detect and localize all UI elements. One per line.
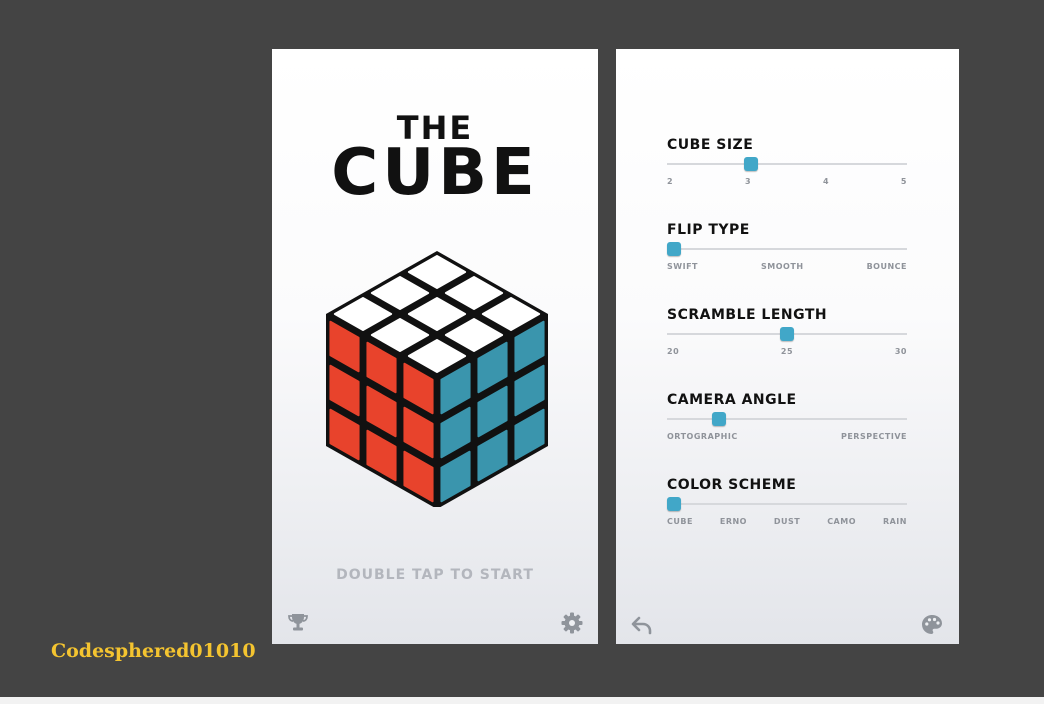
rubiks-cube-illustration[interactable] bbox=[322, 245, 552, 507]
slider-handle[interactable] bbox=[743, 157, 758, 171]
start-screen-panel[interactable]: THE CUBE DOUBLE TAP TO START bbox=[272, 49, 598, 644]
option-label: 30 bbox=[894, 347, 907, 356]
bottom-strip bbox=[0, 697, 1044, 704]
option-label: 3 bbox=[744, 177, 752, 186]
slider-track[interactable] bbox=[667, 503, 907, 505]
start-hint: DOUBLE TAP TO START bbox=[336, 567, 534, 583]
option-label: ORTOGRAPHIC bbox=[667, 432, 738, 441]
slider-handle[interactable] bbox=[667, 242, 681, 256]
option-label: BOUNCE bbox=[866, 262, 907, 271]
setting-label: FLIP TYPE bbox=[667, 222, 750, 238]
option-label: 4 bbox=[822, 177, 830, 186]
slider-track[interactable] bbox=[667, 248, 907, 250]
slider-options: ORTOGRAPHIC PERSPECTIVE bbox=[667, 432, 907, 441]
option-label: 25 bbox=[780, 347, 794, 356]
setting-color-scheme: COLOR SCHEME CUBE ERNO DUST CAMO RAIN bbox=[667, 477, 907, 526]
option-label: PERSPECTIVE bbox=[840, 432, 907, 441]
option-label: CAMO bbox=[827, 517, 857, 526]
option-label: SWIFT bbox=[667, 262, 698, 271]
setting-flip-type: FLIP TYPE SWIFT SMOOTH BOUNCE bbox=[667, 222, 907, 271]
option-label: CUBE bbox=[667, 517, 693, 526]
setting-label: CUBE SIZE bbox=[667, 137, 754, 153]
setting-label: CAMERA ANGLE bbox=[667, 392, 797, 408]
trophy-icon[interactable] bbox=[286, 611, 310, 635]
slider-track[interactable] bbox=[667, 418, 907, 420]
setting-label: COLOR SCHEME bbox=[667, 477, 797, 493]
option-label: 20 bbox=[667, 347, 680, 356]
cube-body bbox=[326, 251, 548, 507]
setting-label: SCRAMBLE LENGTH bbox=[667, 307, 828, 323]
setting-camera-angle: CAMERA ANGLE ORTOGRAPHIC PERSPECTIVE bbox=[667, 392, 907, 441]
slider-handle[interactable] bbox=[712, 412, 727, 426]
slider-options: SWIFT SMOOTH BOUNCE bbox=[667, 262, 907, 271]
slider-track[interactable] bbox=[667, 163, 907, 165]
setting-cube-size: CUBE SIZE 2 3 4 5 bbox=[667, 137, 907, 186]
watermark-text: Codesphered01010 bbox=[51, 640, 256, 662]
option-label: ERNO bbox=[719, 517, 747, 526]
slider-handle[interactable] bbox=[667, 497, 681, 511]
option-label: DUST bbox=[773, 517, 801, 526]
settings-panel: CUBE SIZE 2 3 4 5 FLIP TYPE SWIFT SMOOTH… bbox=[616, 49, 959, 644]
slider-options: 2 3 4 5 bbox=[667, 177, 907, 186]
option-label: 2 bbox=[667, 177, 674, 186]
setting-scramble-length: SCRAMBLE LENGTH 20 25 30 bbox=[667, 307, 907, 356]
gear-icon[interactable] bbox=[560, 611, 584, 635]
option-label: 5 bbox=[900, 177, 907, 186]
back-arrow-icon[interactable] bbox=[630, 613, 654, 637]
slider-options: 20 25 30 bbox=[667, 347, 907, 356]
option-label: RAIN bbox=[882, 517, 907, 526]
slider-handle[interactable] bbox=[780, 327, 794, 341]
title-line-cube: CUBE bbox=[331, 136, 539, 210]
slider-options: CUBE ERNO DUST CAMO RAIN bbox=[667, 517, 907, 526]
palette-icon[interactable] bbox=[920, 613, 944, 637]
option-label: SMOOTH bbox=[761, 262, 804, 271]
